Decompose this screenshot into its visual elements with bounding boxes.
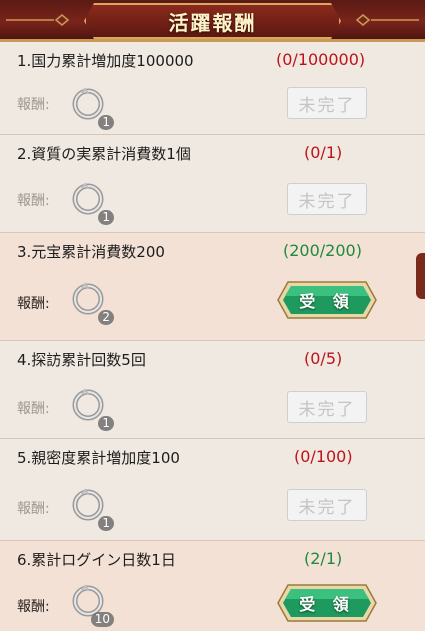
page-title: 活躍報酬 <box>168 10 257 35</box>
incomplete-button[interactable]: 未完了 <box>287 489 367 521</box>
item-count: 1 <box>98 416 114 431</box>
reward-label: 報酬: <box>17 401 50 417</box>
task-row: 2.資質の実累計消費数1個 (0/1) 報酬: 1 未完了 <box>0 135 425 233</box>
task-progress: (0/100000) <box>276 50 366 69</box>
task-progress: (0/5) <box>304 349 343 368</box>
incomplete-button[interactable]: 未完了 <box>287 391 367 423</box>
reward-item[interactable]: 1 <box>68 485 114 531</box>
task-row: 4.探訪累計回数5回 (0/5) 報酬: 1 未完了 <box>0 341 425 439</box>
task-progress: (0/1) <box>304 143 343 162</box>
task-label: 6.累計ログイン日数1日 <box>17 551 176 569</box>
reward-item[interactable]: 1 <box>68 179 114 225</box>
scroll-handle[interactable] <box>416 253 425 299</box>
title-plate: 活躍報酬 <box>84 3 341 39</box>
claim-button-label: 受 領 <box>299 292 355 311</box>
task-row: 5.親密度累計増加度100 (0/100) 報酬: 1 未完了 <box>0 439 425 541</box>
task-row: 6.累計ログイン日数1日 (2/1) 報酬: 10 受 領 <box>0 541 425 631</box>
item-count: 1 <box>98 115 114 130</box>
task-progress: (0/100) <box>294 447 353 466</box>
task-progress: (2/1) <box>304 549 343 568</box>
header-bar: 活躍報酬 <box>0 0 425 42</box>
reward-label: 報酬: <box>17 501 50 517</box>
task-label: 2.資質の実累計消費数1個 <box>17 145 191 163</box>
header-ornament-left <box>6 14 70 26</box>
claim-button[interactable]: 受 領 <box>276 583 378 623</box>
task-label: 3.元宝累計消費数200 <box>17 243 165 261</box>
reward-item[interactable]: 2 <box>68 279 114 325</box>
incomplete-button[interactable]: 未完了 <box>287 87 367 119</box>
task-label: 4.探訪累計回数5回 <box>17 351 146 369</box>
reward-item[interactable]: 1 <box>68 385 114 431</box>
task-label: 1.国力累計増加度100000 <box>17 52 194 70</box>
reward-item[interactable]: 1 <box>68 84 114 130</box>
header-ornament-right <box>355 14 419 26</box>
reward-item[interactable]: 10 <box>68 581 114 627</box>
reward-label: 報酬: <box>17 193 50 209</box>
task-progress: (200/200) <box>283 241 362 260</box>
item-count: 1 <box>98 210 114 225</box>
reward-label: 報酬: <box>17 296 50 312</box>
incomplete-button[interactable]: 未完了 <box>287 183 367 215</box>
claim-button[interactable]: 受 領 <box>276 280 378 320</box>
task-label: 5.親密度累計増加度100 <box>17 449 180 467</box>
item-count: 10 <box>90 612 114 627</box>
reward-label: 報酬: <box>17 599 50 615</box>
item-count: 1 <box>98 516 114 531</box>
claim-button-label: 受 領 <box>299 595 355 614</box>
reward-label: 報酬: <box>17 97 50 113</box>
item-count: 2 <box>98 310 114 325</box>
task-row: 3.元宝累計消費数200 (200/200) 報酬: 2 受 領 <box>0 233 425 341</box>
task-row: 1.国力累計増加度100000 (0/100000) 報酬: 1 未完了 <box>0 42 425 135</box>
